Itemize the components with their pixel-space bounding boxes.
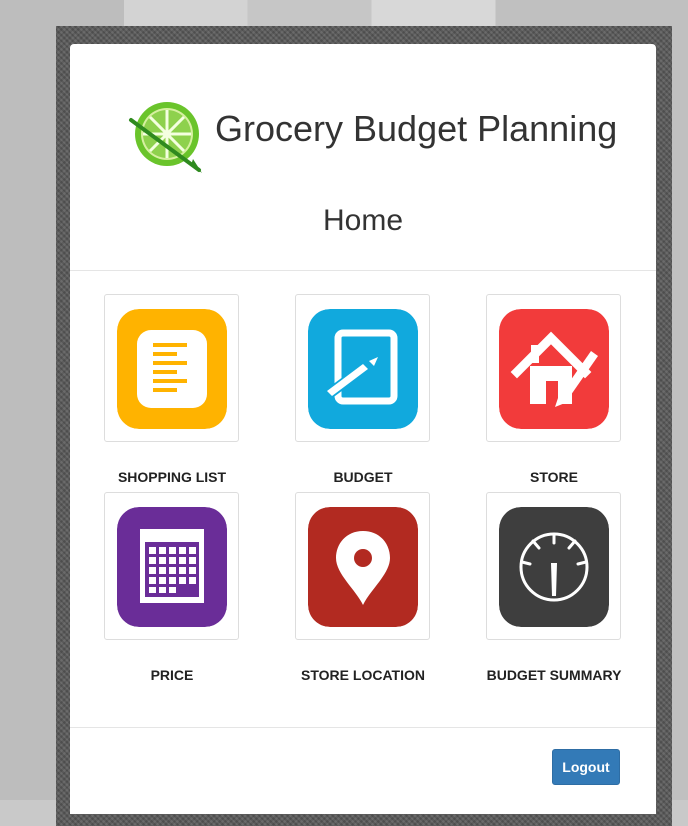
header-divider bbox=[70, 270, 656, 271]
location-pin-icon bbox=[308, 507, 418, 627]
budget-tile[interactable] bbox=[295, 294, 430, 442]
logout-button[interactable]: Logout bbox=[552, 749, 620, 785]
budget-label: BUDGET bbox=[333, 469, 393, 485]
calendar-icon bbox=[117, 507, 227, 627]
shopping-list-tile[interactable] bbox=[104, 294, 239, 442]
budget-icon bbox=[308, 309, 418, 429]
gauge-icon bbox=[499, 507, 609, 627]
budget-summary-label: BUDGET SUMMARY bbox=[486, 667, 622, 683]
store-label: STORE bbox=[530, 469, 578, 485]
budget-summary-tile[interactable] bbox=[486, 492, 621, 640]
store-location-label: STORE LOCATION bbox=[301, 667, 425, 683]
app-title: Grocery Budget Planning bbox=[215, 108, 618, 149]
price-tile[interactable] bbox=[104, 492, 239, 640]
store-location-tile[interactable] bbox=[295, 492, 430, 640]
footer-divider bbox=[70, 727, 656, 728]
shopping-list-icon bbox=[117, 309, 227, 429]
store-icon bbox=[499, 309, 609, 429]
brand-header: Grocery Budget Planning bbox=[70, 86, 656, 176]
lime-slice-icon bbox=[129, 102, 202, 173]
price-label: PRICE bbox=[150, 667, 194, 683]
page-title: Home bbox=[322, 204, 404, 237]
store-tile[interactable] bbox=[486, 294, 621, 442]
shopping-list-label: SHOPPING LIST bbox=[117, 469, 227, 485]
home-panel: Grocery Budget Planning Home SHOPPING LI… bbox=[70, 44, 656, 814]
